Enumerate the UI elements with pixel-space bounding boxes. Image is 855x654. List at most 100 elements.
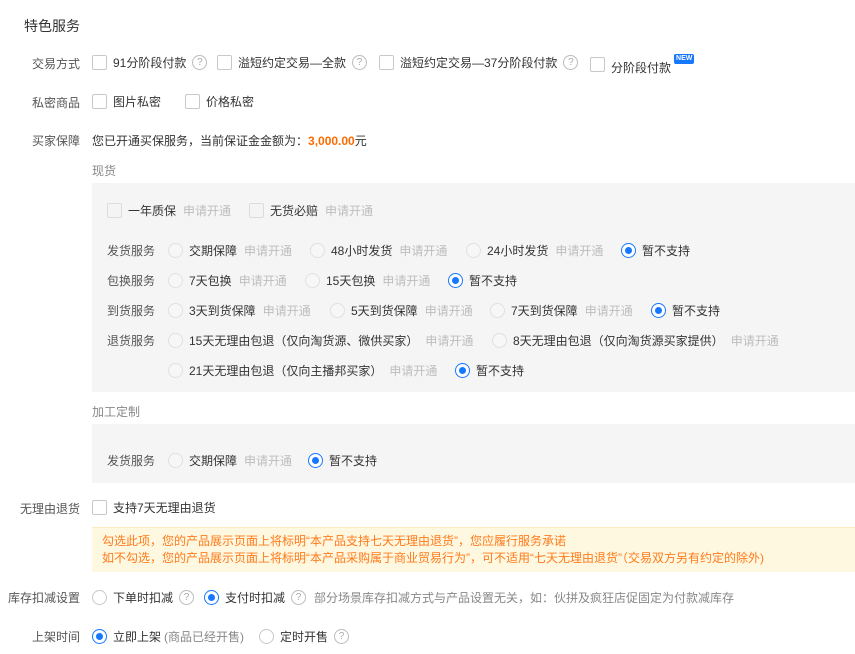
apply-link[interactable]: 申请开通 [399,242,447,259]
trade-option-1[interactable]: 91分阶段付款 ? [92,54,208,71]
private-option-image-label: 图片私密 [113,95,162,109]
no-reason-checkbox-label: 支持7天无理由退货 [113,501,216,515]
checkbox [107,203,122,218]
stock-option-pay-label: 支付时扣减 [225,591,286,605]
radio[interactable] [92,590,107,605]
shelf-option-scheduled[interactable]: 定时开售 ? [259,628,350,645]
radio [490,303,505,318]
arrival-service-label: 到货服务 [107,304,156,318]
trade-option-3[interactable]: 溢短约定交易—37分阶段付款 ? [379,54,579,71]
checkbox[interactable] [92,55,107,70]
help-icon[interactable]: ? [179,590,195,605]
buyer-text-prefix: 您已开通买保服务，当前保证金金额为： [92,134,309,148]
checkbox[interactable] [217,55,232,70]
radio-checked[interactable] [621,243,636,258]
spot-compensate-label: 无货必赔 [270,204,319,218]
arrival-option-7d-label: 7天到货保障 [511,304,578,318]
exchange-option-none[interactable]: 暂不支持 [448,272,517,289]
trade-option-2-label: 溢短约定交易—全款 [238,56,347,70]
ship-option-none-label: 暂不支持 [642,244,691,258]
spot-warranty-label: 一年质保 [128,204,177,218]
ship-option-24h: 24小时发货 申请开通 [466,242,603,259]
ship-option-24h-label: 24小时发货 [487,244,549,258]
custom-heading: 加工定制 [92,405,141,419]
checkbox[interactable] [92,94,107,109]
trade-option-3-label: 溢短约定交易—37分阶段付款 [400,56,558,70]
ship-option-48h: 48小时发货 申请开通 [310,242,447,259]
apply-link[interactable]: 申请开通 [731,332,779,349]
radio [305,273,320,288]
apply-link[interactable]: 申请开通 [244,452,292,469]
exchange-service-label: 包换服务 [107,274,156,288]
return-service-label: 退货服务 [107,334,156,348]
ship-option-48h-label: 48小时发货 [331,244,393,258]
arrival-option-none-label: 暂不支持 [672,304,721,318]
checkbox[interactable] [185,94,200,109]
radio-checked[interactable] [651,303,666,318]
radio [168,243,183,258]
help-icon[interactable]: ? [192,55,208,70]
return-option-15d: 15天无理由包退（仅向淘货源、微供买家） 申请开通 [168,332,473,349]
apply-link[interactable]: 申请开通 [389,362,437,379]
radio-checked[interactable] [92,629,107,644]
checkbox[interactable] [379,55,394,70]
shelf-option-now[interactable]: 立即上架 (商品已经开售) [92,628,244,645]
exchange-option-15d-label: 15天包换 [326,274,376,288]
ship-option-delivery: 交期保障 申请开通 [168,242,292,259]
apply-link[interactable]: 申请开通 [425,302,473,319]
help-icon[interactable]: ? [352,55,368,70]
spot-heading: 现货 [92,164,117,178]
spot-warranty-option: 一年质保 申请开通 [107,202,231,219]
stock-option-order[interactable]: 下单时扣减 ? [92,589,195,606]
radio [310,243,325,258]
radio [466,243,481,258]
apply-link[interactable]: 申请开通 [183,202,231,219]
help-icon[interactable]: ? [334,629,350,644]
apply-link[interactable]: 申请开通 [425,332,473,349]
help-icon[interactable]: ? [291,590,307,605]
new-badge: NEW [674,53,695,64]
ship-option-none[interactable]: 暂不支持 [621,242,690,259]
apply-link[interactable]: 申请开通 [263,302,311,319]
radio [168,453,183,468]
trade-option-2[interactable]: 溢短约定交易—全款 ? [217,54,368,71]
apply-link[interactable]: 申请开通 [325,202,373,219]
trade-label: 交易方式 [31,57,80,71]
apply-link[interactable]: 申请开通 [585,302,633,319]
checkbox[interactable] [590,57,605,72]
exchange-option-15d: 15天包换 申请开通 [305,272,430,289]
apply-link[interactable]: 申请开通 [382,272,430,289]
apply-link[interactable]: 申请开通 [555,242,603,259]
private-option-price[interactable]: 价格私密 [185,93,254,110]
radio-checked[interactable] [204,590,219,605]
help-icon[interactable]: ? [563,55,579,70]
no-reason-option[interactable]: 支持7天无理由退货 [92,499,216,516]
notice-line-2: 如不勾选，您的产品展示页面上将标明“本产品采购属于商业贸易行为”，可不适用“七天… [102,551,764,565]
radio-checked[interactable] [308,453,323,468]
private-option-price-label: 价格私密 [206,95,255,109]
arrival-option-3d-label: 3天到货保障 [189,304,256,318]
apply-link[interactable]: 申请开通 [244,242,292,259]
stock-option-pay[interactable]: 支付时扣减 ? [204,589,307,606]
trade-option-4[interactable]: 分阶段付款 NEW [590,53,695,75]
private-option-image[interactable]: 图片私密 [92,93,161,110]
arrival-option-7d: 7天到货保障 申请开通 [490,302,633,319]
apply-link[interactable]: 申请开通 [239,272,287,289]
return-option-21d: 21天无理由包退（仅向主播邦买家） 申请开通 [168,362,437,379]
radio[interactable] [259,629,274,644]
arrival-option-none[interactable]: 暂不支持 [651,302,720,319]
buyer-label: 买家保障 [31,134,80,148]
exchange-option-7d-label: 7天包换 [189,274,232,288]
return-option-none[interactable]: 暂不支持 [455,362,524,379]
shelf-option-scheduled-label: 定时开售 [280,630,329,644]
checkbox[interactable] [92,500,107,515]
radio-checked[interactable] [455,363,470,378]
radio-checked[interactable] [448,273,463,288]
radio [492,333,507,348]
custom-option-none[interactable]: 暂不支持 [308,452,377,469]
exchange-option-none-label: 暂不支持 [469,274,518,288]
spot-compensate-option: 无货必赔 申请开通 [249,202,373,219]
return-option-8d-label: 8天无理由包退（仅向淘货源买家提供） [513,334,724,348]
return-option-none-label: 暂不支持 [476,364,525,378]
checkbox [249,203,264,218]
